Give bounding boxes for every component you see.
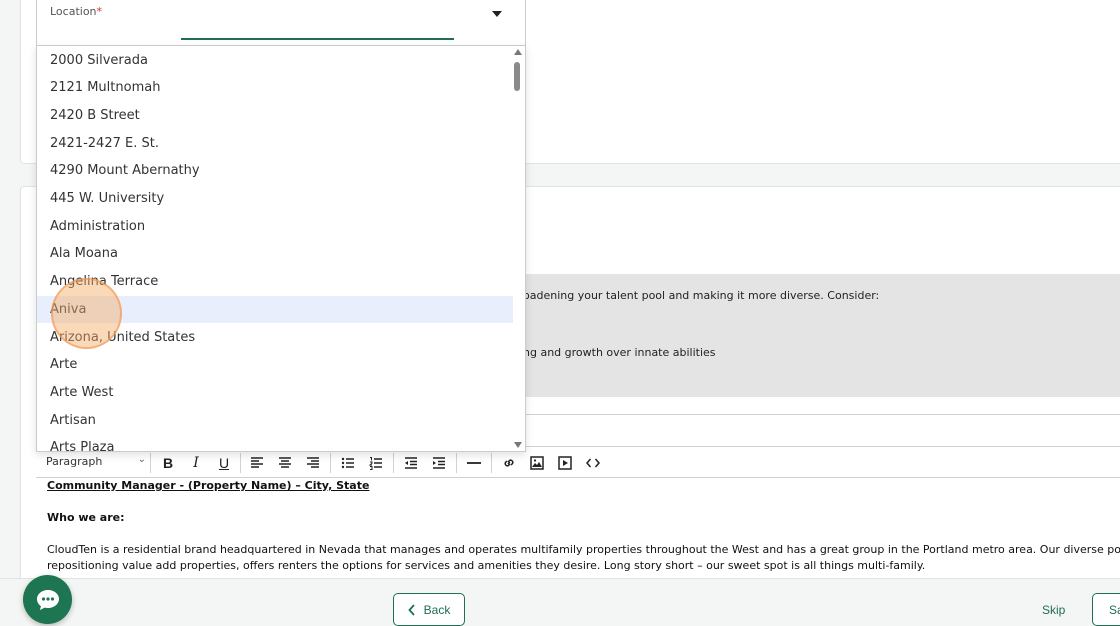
location-option[interactable]: Angelina Terrace	[37, 268, 513, 296]
numbered-list-icon	[368, 457, 382, 470]
location-option[interactable]: Arte	[37, 351, 513, 379]
editor-paragraph-line: repositioning value add properties, offe…	[47, 559, 926, 572]
caret-down-icon[interactable]	[492, 11, 502, 17]
location-option-highlighted[interactable]: Aniva	[37, 295, 513, 324]
align-center-icon	[279, 457, 291, 468]
tip-text-line1: oadening your talent pool and making it …	[523, 289, 880, 302]
link-icon	[504, 459, 514, 467]
horizontal-rule-button[interactable]	[463, 452, 485, 474]
insert-link-button[interactable]	[498, 452, 520, 474]
align-left-icon	[251, 457, 263, 468]
image-icon	[530, 456, 544, 470]
toolbar-separator	[150, 453, 151, 473]
numbered-list-button[interactable]	[365, 452, 387, 474]
insert-image-button[interactable]	[526, 452, 548, 474]
location-option[interactable]: 4290 Mount Abernathy	[37, 157, 513, 185]
required-marker: *	[96, 5, 103, 18]
save-button[interactable]: Sa	[1092, 593, 1120, 626]
location-dropdown[interactable]: 2000 Silverada 2121 Multnomah 2420 B Str…	[36, 45, 526, 452]
bold-icon: B	[162, 455, 174, 471]
block-format-value: Paragraph	[46, 455, 103, 468]
bullet-list-button[interactable]	[337, 452, 359, 474]
location-option[interactable]: Administration	[37, 212, 513, 240]
location-option[interactable]: Ala Moana	[37, 240, 513, 268]
toolbar-separator	[456, 453, 457, 473]
location-label: Location*	[50, 5, 103, 18]
italic-button[interactable]: I	[185, 452, 207, 474]
location-select[interactable]: Location*	[36, 0, 526, 46]
location-option[interactable]: Arts Plaza	[37, 434, 513, 451]
chat-bubble-icon	[36, 589, 59, 610]
bullet-list-icon	[341, 457, 354, 469]
toolbar-separator	[330, 453, 331, 473]
toolbar-separator	[491, 453, 492, 473]
outdent-button[interactable]	[400, 452, 422, 474]
align-right-button[interactable]	[302, 452, 324, 474]
back-button-label: Back	[423, 602, 451, 617]
indent-icon	[433, 457, 445, 469]
chevron-left-icon	[407, 603, 415, 616]
footer-bar	[0, 578, 1120, 626]
location-option[interactable]: 2421-2427 E. St.	[37, 129, 513, 157]
editor-section-heading: Who we are:	[47, 511, 125, 524]
location-option[interactable]: 445 W. University	[37, 185, 513, 213]
insert-video-button[interactable]	[554, 452, 576, 474]
source-code-button[interactable]	[582, 452, 604, 474]
outdent-icon	[405, 457, 417, 469]
location-option[interactable]: 2000 Silverada	[37, 46, 513, 74]
location-option[interactable]: Arizona, United States	[37, 323, 513, 351]
horizontal-rule-icon	[467, 462, 481, 464]
location-option[interactable]: Arte West	[37, 379, 513, 407]
skip-button[interactable]: Skip	[1042, 603, 1065, 617]
location-option[interactable]: Artisan	[37, 406, 513, 434]
italic-icon: I	[193, 455, 199, 471]
toolbar-separator	[393, 453, 394, 473]
description-editor[interactable]: Community Manager - (Property Name) – Ci…	[36, 478, 1120, 578]
block-format-select[interactable]: Paragraph ⌄	[46, 454, 146, 468]
code-icon	[586, 458, 600, 468]
scrollbar-thumb[interactable]	[514, 62, 520, 91]
indent-button[interactable]	[428, 452, 450, 474]
location-option[interactable]: 2420 B Street	[37, 102, 513, 130]
dropdown-scrollbar[interactable]	[511, 46, 525, 451]
underline-button[interactable]: U	[213, 452, 235, 474]
location-options-list: 2000 Silverada 2121 Multnomah 2420 B Str…	[37, 46, 513, 451]
bold-button[interactable]: B	[157, 452, 179, 474]
back-button[interactable]: Back	[393, 593, 465, 626]
scroll-up-arrow-icon[interactable]	[514, 49, 522, 55]
tip-text-line2: ng and growth over innate abilities	[523, 346, 716, 359]
underline-icon: U	[218, 455, 230, 471]
scroll-down-arrow-icon[interactable]	[514, 442, 522, 448]
align-center-button[interactable]	[274, 452, 296, 474]
chat-button[interactable]	[23, 575, 72, 624]
location-option[interactable]: 2121 Multnomah	[37, 74, 513, 102]
location-focus-underline	[181, 38, 454, 40]
chevron-down-icon: ⌄	[137, 454, 146, 465]
align-right-icon	[307, 457, 319, 468]
editor-job-title: Community Manager - (Property Name) – Ci…	[47, 479, 370, 492]
align-left-button[interactable]	[246, 452, 268, 474]
toolbar-separator	[240, 453, 241, 473]
editor-paragraph-line: CloudTen is a residential brand headquar…	[47, 543, 1120, 556]
video-icon	[558, 456, 572, 470]
